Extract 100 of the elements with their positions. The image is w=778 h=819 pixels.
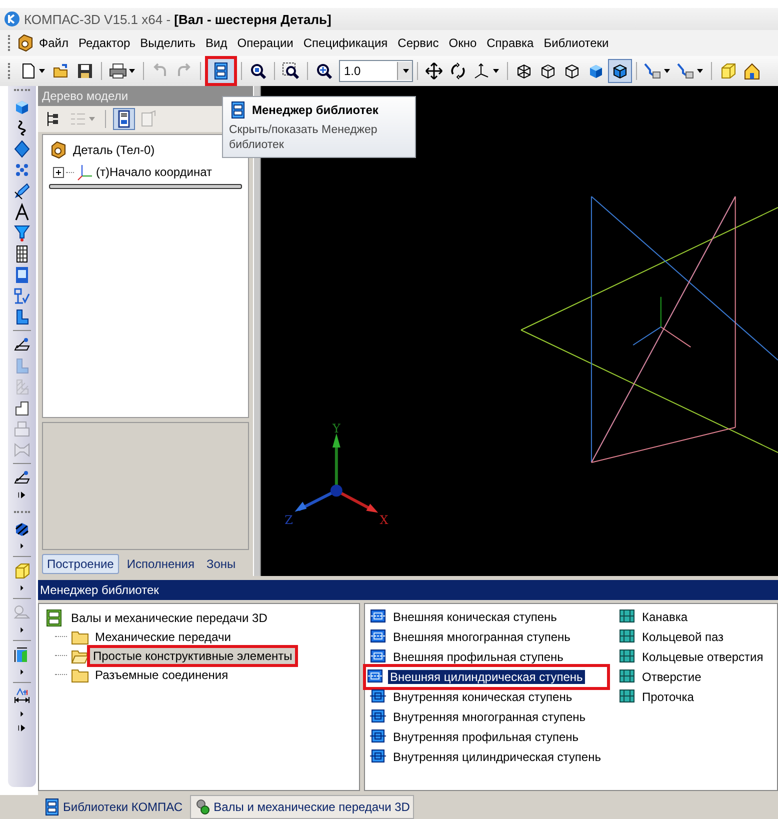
tab[interactable]: Библиотеки КОМПАС bbox=[40, 796, 186, 818]
cabinet-icon bbox=[229, 101, 247, 119]
window-title: КОМПАС-3D V15.1 x64 - [Вал - шестерня Деталь] bbox=[24, 12, 332, 26]
list-item[interactable]: Канавка bbox=[616, 607, 768, 627]
zoom-icon bbox=[249, 62, 267, 80]
list-item[interactable]: Внутренняя профильная ступень bbox=[367, 727, 606, 747]
tree-line bbox=[55, 674, 67, 675]
block-shape-icon bbox=[13, 398, 31, 416]
tree-item[interactable]: Деталь (Тел-0) bbox=[73, 143, 155, 157]
point-check-icon bbox=[13, 286, 31, 304]
funnel-icon bbox=[13, 224, 31, 242]
menu-item[interactable]: Редактор bbox=[74, 34, 136, 52]
caret-icon bbox=[88, 115, 96, 123]
cube-outline-icon bbox=[563, 62, 581, 80]
shaded-cube-edges-icon bbox=[611, 62, 629, 80]
panel-title: Дерево модели bbox=[38, 86, 253, 106]
menu-item[interactable]: Выделить bbox=[135, 34, 201, 52]
menu-item[interactable]: Операции bbox=[232, 34, 298, 52]
grip-handle[interactable] bbox=[8, 63, 12, 79]
tab[interactable]: Исполнения bbox=[122, 555, 198, 573]
tree-item[interactable]: (т)Начало координат bbox=[96, 165, 212, 179]
caret-icon bbox=[402, 67, 410, 75]
list-item[interactable]: Внешняя коническая ступень bbox=[367, 607, 606, 627]
expand-toggle[interactable] bbox=[53, 166, 64, 178]
move-arrows-icon bbox=[425, 62, 443, 80]
dimension-icon bbox=[13, 688, 31, 706]
grip-handle[interactable] bbox=[8, 35, 12, 51]
caret-icon bbox=[696, 67, 704, 75]
menu-item[interactable]: Вид bbox=[200, 34, 232, 52]
measure-icon bbox=[13, 336, 31, 354]
house-icon bbox=[743, 62, 761, 80]
cabinet-icon bbox=[45, 608, 63, 626]
tree-item[interactable]: Простые конструктивные элементы bbox=[87, 644, 298, 666]
list-item[interactable]: Кольцевые отверстия bbox=[616, 647, 768, 667]
tree-line bbox=[55, 655, 67, 656]
axes-icon bbox=[473, 62, 491, 80]
tab[interactable]: Построение bbox=[42, 554, 119, 574]
menu-item[interactable]: Окно bbox=[444, 34, 482, 52]
tree-item[interactable]: Механические передачи bbox=[93, 630, 233, 644]
caret-icon bbox=[663, 67, 671, 75]
axis-label: Z bbox=[284, 512, 293, 527]
cross-shape-icon bbox=[13, 440, 31, 458]
list-item[interactable]: Кольцевой паз bbox=[616, 627, 768, 647]
list-item[interactable]: Внешняя профильная ступень bbox=[367, 647, 606, 667]
menu-item[interactable]: Спецификация bbox=[298, 34, 393, 52]
zoom-scale-field[interactable]: 1.0 bbox=[339, 60, 413, 82]
hidden-lines-cube-icon bbox=[539, 62, 557, 80]
panel-icon bbox=[13, 266, 31, 284]
zoom-frame-icon bbox=[282, 62, 300, 80]
tool-button[interactable] bbox=[13, 201, 31, 222]
toolbar-button[interactable] bbox=[205, 56, 237, 86]
compass-icon bbox=[13, 202, 31, 220]
cabinet-icon bbox=[43, 798, 61, 816]
tree-line bbox=[55, 636, 67, 637]
coordinate-axes-icon bbox=[76, 163, 94, 181]
tree-item[interactable]: Валы и механические передачи 3D bbox=[69, 610, 270, 624]
caret-icon bbox=[128, 67, 136, 75]
pen-icon bbox=[13, 182, 31, 200]
axis-label: X bbox=[380, 512, 388, 527]
document-view-button[interactable] bbox=[113, 108, 135, 130]
double-arrow-icon bbox=[16, 722, 28, 734]
box-icon bbox=[719, 62, 737, 80]
printer-icon bbox=[109, 62, 127, 80]
list-item[interactable]: Проточка bbox=[616, 687, 768, 707]
double-arrow-icon bbox=[16, 489, 28, 501]
box-icon bbox=[13, 562, 31, 580]
zoom-in-icon bbox=[315, 62, 333, 80]
grip-handle[interactable] bbox=[14, 89, 30, 93]
menu-item[interactable]: Справка bbox=[482, 34, 539, 52]
caret-icon bbox=[38, 67, 46, 75]
menu-item[interactable]: Файл bbox=[34, 34, 74, 52]
toolbar-button[interactable] bbox=[608, 59, 632, 83]
tab[interactable]: Валы и механические передачи 3D bbox=[190, 795, 414, 819]
shaded-cube-icon bbox=[587, 62, 605, 80]
logo-icon bbox=[4, 11, 20, 27]
part-icon bbox=[16, 34, 34, 52]
open-folder-icon bbox=[52, 62, 70, 80]
list-item[interactable]: Внутренняя цилиндрическая ступень bbox=[367, 747, 606, 767]
panel-title: Менеджер библиотек bbox=[38, 580, 778, 600]
list-item[interactable]: Внутренняя многогранная ступень bbox=[367, 707, 606, 727]
wireframe-cube-icon bbox=[515, 62, 533, 80]
rotate-icon bbox=[449, 62, 467, 80]
tab[interactable]: Зоны bbox=[202, 555, 240, 573]
tree-item[interactable]: Разъемные соединения bbox=[93, 668, 230, 682]
gear-icon bbox=[194, 798, 212, 816]
list-item[interactable]: Внутренняя коническая ступень bbox=[367, 687, 606, 707]
list-item[interactable]: Внешняя многогранная ступень bbox=[367, 627, 606, 647]
stack-icon bbox=[13, 420, 31, 438]
part-icon bbox=[49, 141, 67, 159]
grip-handle[interactable] bbox=[14, 511, 30, 515]
splitter-handle[interactable] bbox=[49, 184, 242, 189]
document-arrow-icon bbox=[140, 110, 158, 128]
axis-label: Y bbox=[332, 421, 340, 436]
menu-item[interactable]: Сервис bbox=[392, 34, 444, 52]
diamond-icon bbox=[13, 140, 31, 158]
list-item[interactable]: Внешняя цилиндрическая ступень bbox=[363, 664, 610, 690]
measure-icon bbox=[13, 468, 31, 486]
menu-item[interactable]: Библиотеки bbox=[538, 34, 614, 52]
tool-button[interactable] bbox=[13, 138, 31, 159]
list-item[interactable]: Отверстие bbox=[616, 667, 768, 687]
